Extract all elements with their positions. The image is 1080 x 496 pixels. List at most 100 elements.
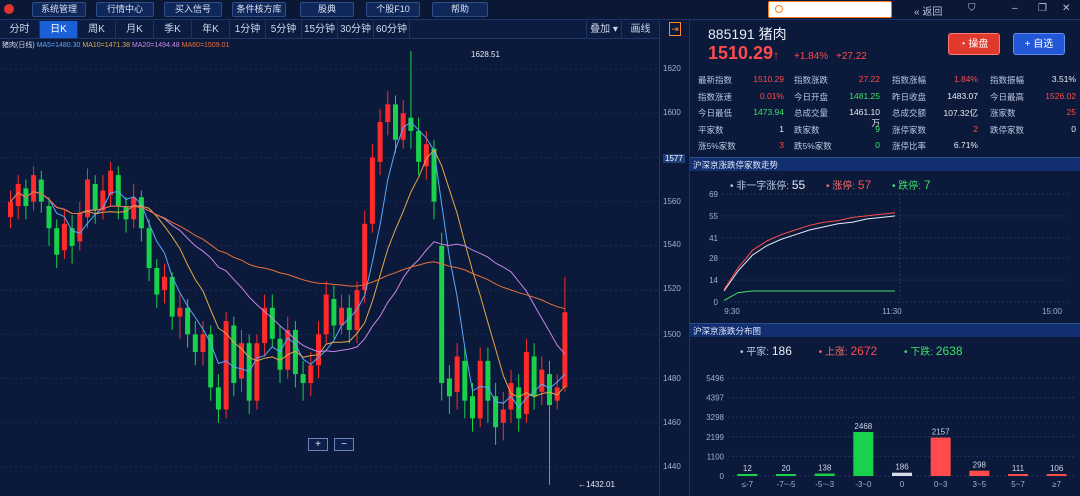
collapse-panel-icon[interactable]: ⇥ [669,22,681,36]
menu-help[interactable]: 帮助 [432,2,488,17]
info-value: 9 [875,123,880,134]
info-value: 1473.94 [753,107,784,117]
info-label: 涨停家数 [892,124,927,135]
y-tick-label: 69 [709,190,718,199]
y-tick: 1540 [663,240,681,249]
pct-change: +1.84% [794,51,829,62]
menu-condition[interactable]: 条件核方库 [232,2,286,17]
candle-body [154,268,160,295]
distribution-chart: 5496 4397 3298 2199 1100 0 12 ≤-7 20 -7~-5 138 -5~-… [706,374,1076,489]
tab-weekly[interactable]: 周K [78,21,116,38]
stock-code-name: 885191 猪肉 [708,24,787,44]
candle-body [162,276,167,291]
candle-body [393,104,398,140]
category-label: 0~3 [934,480,948,489]
y-tick-label: 3298 [706,413,724,422]
overlay-dropdown[interactable]: 叠加 ▾ [586,21,622,38]
ma5-value: MA5=1480.30 [36,42,81,49]
y-tick: 1500 [663,330,681,339]
y-tick-label: 55 [709,212,718,221]
y-tick: 1440 [663,462,681,471]
x-tick-label: 15:00 [1042,307,1063,316]
tab-30min[interactable]: 30分钟 [338,21,374,38]
menu-market[interactable]: 行情中心 [96,2,154,17]
price-axis: 1620 1600 1577 1560 1540 1520 1500 1480 … [660,39,688,496]
menu-f10[interactable]: 个股F10 [366,2,420,17]
candle-body [277,338,283,370]
top-menu-bar: 系统管理 行情中心 买入信号 条件核方库 股典 个股F10 帮助 « 返回 ⛉ … [0,0,1080,20]
tab-quarterly[interactable]: 季K [154,21,192,38]
candle-body [54,228,60,255]
info-value: 1 [779,123,784,134]
close-icon[interactable]: ✕ [1062,3,1070,14]
minimize-icon[interactable]: – [1012,3,1018,14]
stock-name: 猪肉 [758,26,787,42]
menu-buy-signal[interactable]: 买入信号 [164,2,222,17]
tab-intraday[interactable]: 分时 [0,21,40,38]
y-tick-label: 4397 [706,394,724,403]
candle-body [547,374,552,406]
search-input[interactable] [768,1,892,18]
y-tick: 1520 [663,284,681,293]
info-label: 总成交量 [794,108,829,118]
category-label: ≤-7 [742,480,754,489]
info-label: 涨家数 [990,108,1016,118]
candle-body [454,356,460,392]
search-icon [775,5,783,13]
shirt-icon[interactable]: ⛉ [968,3,976,14]
candle-body [446,378,452,397]
tab-15min[interactable]: 15分钟 [302,21,338,38]
back-button[interactable]: « 返回 [914,3,942,18]
info-label: 总成交额 [892,108,927,118]
dist-bar [814,473,835,476]
candle-body [192,334,198,353]
limit-down-line [723,290,895,301]
menu-system[interactable]: 系统管理 [32,2,86,17]
candle-body [231,325,237,383]
tab-60min[interactable]: 60分钟 [374,21,410,38]
trade-icon: ◔ [959,39,966,50]
back-label: 返回 [922,7,943,18]
info-label: 指数涨跌 [794,75,829,85]
bar-value-label: 138 [818,464,832,473]
category-label: -5~-3 [815,480,834,489]
candle-body [115,175,121,207]
zoom-in-button[interactable]: + [308,438,328,451]
ma10-value: MA10=1471.38 [82,42,131,49]
candle-body [431,148,437,202]
info-value: 25 [1066,107,1076,117]
info-label: 涨停比率 [892,141,927,151]
kline-chart[interactable]: 1628.51 ←1432.01 猪肉(日线) MA5=1480.30 MA10=… [0,39,660,496]
candle-body [308,365,314,383]
info-value: 1510.29 [753,74,784,84]
candle-body [61,223,67,251]
y-tick-label: 0 [720,472,725,481]
restore-icon[interactable]: ❐ [1038,3,1047,14]
dist-bar [853,431,874,476]
tab-monthly[interactable]: 月K [116,21,154,38]
info-label: 指数涨速 [698,91,733,102]
bar-value-label: 111 [1012,464,1025,473]
tab-1min[interactable]: 1分钟 [230,21,266,38]
dist-bar [1008,474,1028,476]
candle-body [416,130,422,162]
candle-body [539,369,545,392]
menu-stock-dict[interactable]: 股典 [300,2,354,17]
tab-yearly[interactable]: 年K [192,21,230,38]
draw-line-button[interactable]: 画线 [622,21,660,38]
info-value: 6.71% [953,140,978,150]
info-value: 0.01% [759,90,784,101]
info-row: 平家数 1 跌家数 9 涨停家数 2 跌停家数 0 [698,124,1078,140]
zoom-out-button[interactable]: − [334,438,354,451]
candle-body [485,360,491,401]
trade-button[interactable]: ◔ 操盘 [948,33,1000,55]
category-label: 3~5 [973,480,987,489]
tab-5min[interactable]: 5分钟 [266,21,302,38]
y-tick: 1480 [663,374,681,383]
tab-daily[interactable]: 日K [40,21,78,38]
dist-bar [737,474,758,476]
info-value: 3 [779,140,784,150]
candle-body [169,276,175,317]
y-tick: 1600 [663,108,681,117]
add-favorite-button[interactable]: + 自选 [1013,33,1065,55]
